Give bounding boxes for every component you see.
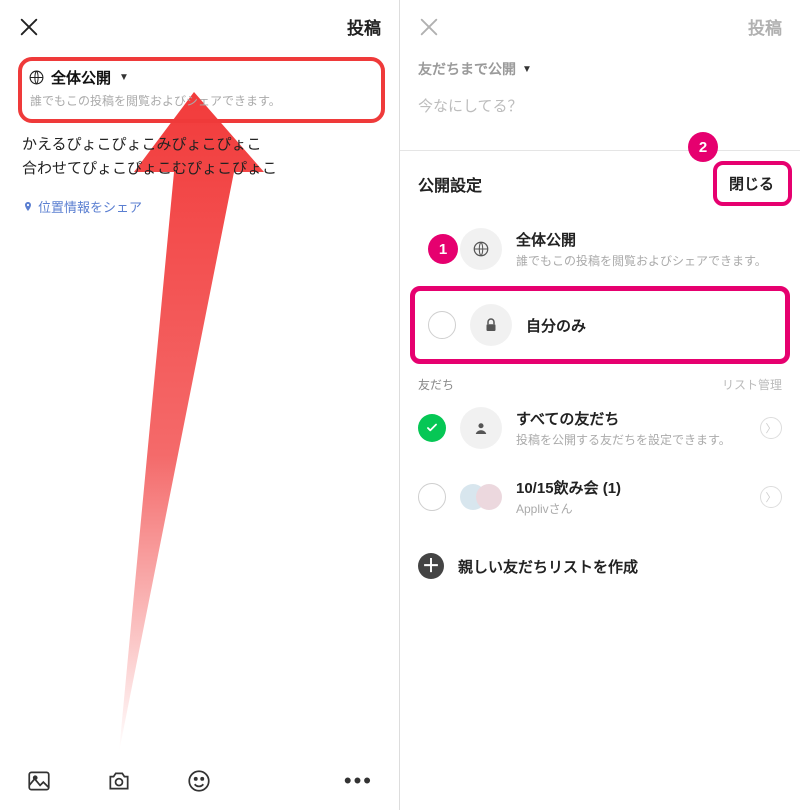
option-subtitle: 投稿を公開する友だちを設定できます。 bbox=[516, 431, 746, 448]
location-pin-icon bbox=[22, 201, 34, 213]
right-pane: 投稿 友だちまで公開 ▼ 今なにしてる？ 2 公開設定 閉じる 1 全体公開 誰… bbox=[400, 0, 800, 810]
compose-dimmed-area: 友だちまで公開 ▼ 今なにしてる？ bbox=[400, 49, 800, 116]
manage-lists-link[interactable]: リスト管理 bbox=[722, 376, 782, 393]
privacy-sheet: 公開設定 閉じる 1 全体公開 誰でもこの投稿を閲覧およびシェアできます。 bbox=[400, 150, 800, 810]
option-title: 10/15飲み会 (1) bbox=[516, 477, 746, 498]
privacy-selector-highlight: 全体公開 ▼ 誰でもこの投稿を閲覧およびシェアできます。 bbox=[18, 57, 385, 123]
gallery-icon[interactable] bbox=[26, 768, 52, 794]
more-icon[interactable]: ••• bbox=[344, 768, 373, 794]
step-badge-1: 1 bbox=[428, 234, 458, 264]
compose-header: 投稿 bbox=[0, 0, 399, 49]
post-button[interactable]: 投稿 bbox=[748, 14, 782, 39]
close-icon[interactable] bbox=[418, 16, 440, 38]
share-location-label: 位置情報をシェア bbox=[38, 197, 142, 216]
compose-line: かえるぴょこぴょこみぴょこぴょこ bbox=[22, 133, 379, 157]
compose-line: 合わせてぴょこぴょこむぴょこぴょこ bbox=[22, 157, 379, 181]
lock-icon bbox=[470, 304, 512, 346]
compose-action-bar: ••• bbox=[0, 752, 399, 810]
compose-body: かえるぴょこぴょこみぴょこぴょこ 合わせてぴょこぴょこむぴょこぴょこ bbox=[0, 123, 399, 181]
privacy-subtitle: 誰でもこの投稿を閲覧およびシェアできます。 bbox=[30, 92, 373, 109]
friends-label: 友だち bbox=[418, 376, 454, 393]
group-avatars-icon bbox=[460, 484, 502, 510]
radio-icon bbox=[428, 311, 456, 339]
checked-icon bbox=[418, 414, 446, 442]
privacy-title: 全体公開 bbox=[51, 67, 111, 88]
sheet-header: 公開設定 閉じる bbox=[400, 151, 800, 214]
option-title: 全体公開 bbox=[516, 229, 782, 250]
compose-placeholder: 今なにしてる？ bbox=[418, 95, 782, 116]
option-title: 自分のみ bbox=[526, 315, 776, 336]
emoji-icon[interactable] bbox=[186, 768, 212, 794]
compose-header: 投稿 bbox=[400, 0, 800, 49]
share-location-button[interactable]: 位置情報をシェア bbox=[0, 181, 399, 216]
sheet-close-button[interactable]: 閉じる bbox=[721, 167, 782, 200]
friends-section-header: 友だち リスト管理 bbox=[400, 366, 800, 393]
option-subtitle: 誰でもこの投稿を閲覧およびシェアできます。 bbox=[516, 252, 782, 269]
post-button[interactable]: 投稿 bbox=[347, 14, 381, 39]
privacy-title: 友だちまで公開 bbox=[418, 59, 516, 79]
caret-down-icon: ▼ bbox=[522, 64, 532, 75]
radio-icon bbox=[418, 483, 446, 511]
chevron-right-icon: 〉 bbox=[760, 486, 782, 508]
option-subtitle: Applivさん bbox=[516, 500, 746, 517]
close-icon[interactable] bbox=[18, 16, 40, 38]
privacy-option-friend-group[interactable]: 10/15飲み会 (1) Applivさん 〉 bbox=[400, 463, 800, 531]
privacy-option-all-friends[interactable]: すべての友だち 投稿を公開する友だちを設定できます。 〉 bbox=[400, 393, 800, 463]
add-close-friends-list[interactable]: ＋ 親しい友だちリストを作成 bbox=[400, 531, 800, 579]
privacy-option-public[interactable]: 1 全体公開 誰でもこの投稿を閲覧およびシェアできます。 bbox=[400, 214, 800, 284]
chevron-right-icon: 〉 bbox=[760, 417, 782, 439]
globe-icon bbox=[28, 69, 45, 86]
caret-down-icon: ▼ bbox=[119, 72, 129, 83]
privacy-selector[interactable]: 全体公開 ▼ bbox=[28, 67, 373, 88]
privacy-option-self[interactable]: 自分のみ bbox=[414, 290, 786, 360]
add-list-label: 親しい友だちリストを作成 bbox=[458, 556, 638, 577]
camera-icon[interactable] bbox=[106, 768, 132, 794]
left-pane: 投稿 全体公開 ▼ 誰でもこの投稿を閲覧およびシェアできます。 かえるぴょこぴょ… bbox=[0, 0, 400, 810]
plus-icon: ＋ bbox=[418, 553, 444, 579]
privacy-selector[interactable]: 友だちまで公開 ▼ bbox=[418, 59, 532, 79]
option-title: すべての友だち bbox=[516, 408, 746, 429]
sheet-title: 公開設定 bbox=[418, 172, 482, 196]
step-badge-2: 2 bbox=[688, 132, 718, 162]
person-icon bbox=[460, 407, 502, 449]
globe-icon bbox=[460, 228, 502, 270]
